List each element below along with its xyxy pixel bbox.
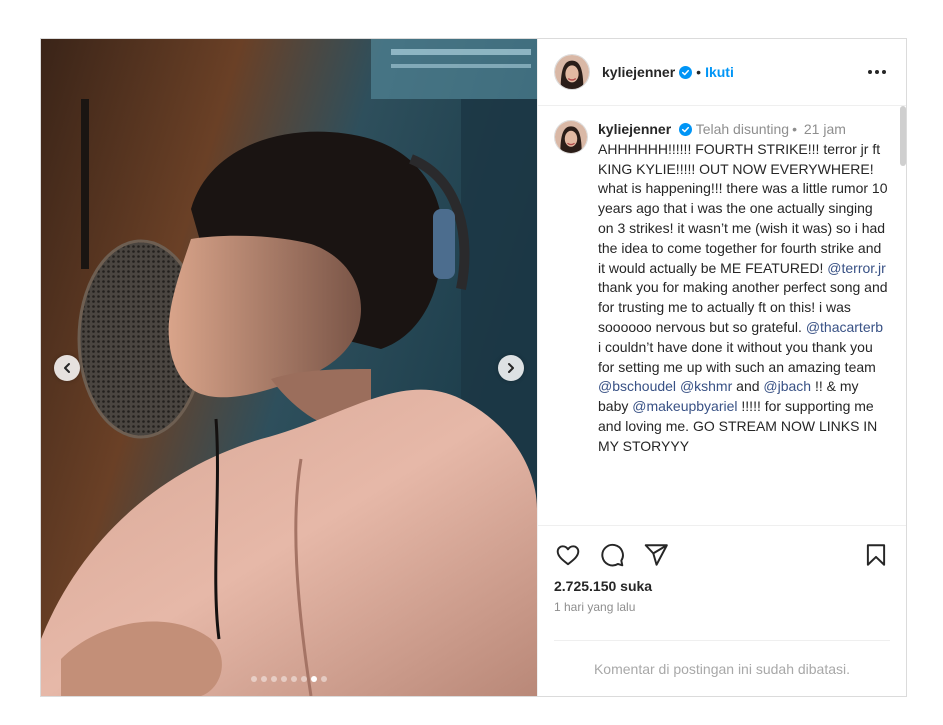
edited-label: Telah disunting xyxy=(695,121,790,137)
carousel-dot xyxy=(301,676,307,682)
post-media-carousel[interactable] xyxy=(41,39,537,696)
mention-link[interactable]: @kshmr xyxy=(680,378,732,394)
carousel-dot xyxy=(261,676,267,682)
action-icons xyxy=(554,540,890,570)
like-button[interactable] xyxy=(554,541,582,569)
caption-text: kyliejenner Telah disunting • 21 jam AHHH… xyxy=(598,120,888,457)
post-header: kyliejenner • Ikuti xyxy=(538,39,906,106)
carousel-dot xyxy=(291,676,297,682)
comments-scrollbar[interactable] xyxy=(900,106,906,166)
carousel-dot xyxy=(271,676,277,682)
carousel-dot xyxy=(251,676,257,682)
post-actions: 2.725.150 suka 1 hari yang lalu xyxy=(538,525,906,640)
like-count[interactable]: 2.725.150 suka xyxy=(554,578,890,594)
comment-icon xyxy=(601,543,624,567)
carousel-dot xyxy=(321,676,327,682)
caption-segment: i couldn’t have done it without you than… xyxy=(598,338,876,375)
carousel-next-button[interactable] xyxy=(498,355,524,381)
post-side-panel: kyliejenner • Ikuti kyliejenner Telah di… xyxy=(537,39,906,696)
save-button[interactable] xyxy=(862,541,890,569)
carousel-indicator xyxy=(41,676,537,682)
chevron-right-icon xyxy=(508,363,514,373)
post-photo xyxy=(41,39,537,696)
caption-username[interactable]: kyliejenner xyxy=(598,121,671,137)
caption-segment: and xyxy=(732,378,764,395)
follow-button[interactable]: Ikuti xyxy=(705,64,734,80)
caption-avatar[interactable] xyxy=(554,120,588,154)
carousel-dot xyxy=(311,676,317,682)
share-button[interactable] xyxy=(642,541,670,569)
avatar[interactable] xyxy=(554,54,590,90)
verified-badge-icon xyxy=(679,123,693,136)
mention-link[interactable]: @terror.jr xyxy=(827,260,886,276)
heart-icon xyxy=(556,545,580,566)
more-options-icon[interactable] xyxy=(864,64,890,80)
caption-time[interactable]: 21 jam xyxy=(804,121,846,137)
caption: kyliejenner Telah disunting • 21 jam AHHH… xyxy=(554,120,890,457)
header-separator: • xyxy=(696,64,702,80)
chevron-left-icon xyxy=(64,363,70,373)
mention-link[interactable]: @thacarterb xyxy=(806,319,883,335)
carousel-dot xyxy=(281,676,287,682)
caption-meta: Telah disunting • 21 jam xyxy=(696,121,846,137)
post-author-username[interactable]: kyliejenner xyxy=(602,64,675,80)
comment-button[interactable] xyxy=(598,541,626,569)
instagram-post: kyliejenner • Ikuti kyliejenner Telah di… xyxy=(40,38,907,697)
bookmark-icon xyxy=(866,544,886,566)
mention-link[interactable]: @bschoudel xyxy=(598,378,676,394)
post-timestamp[interactable]: 1 hari yang lalu xyxy=(554,600,890,614)
share-icon xyxy=(644,544,668,566)
verified-badge-icon xyxy=(679,65,693,79)
meta-separator: • xyxy=(792,121,797,137)
mention-link[interactable]: @makeupbyariel xyxy=(632,398,737,414)
caption-segment: AHHHHHH!!!!!! FOURTH STRIKE!!! terror jr… xyxy=(598,140,888,276)
mention-link[interactable]: @jbach xyxy=(763,378,811,394)
comments-section[interactable]: kyliejenner Telah disunting • 21 jam AHHH… xyxy=(538,106,906,525)
comments-limited-notice: Komentar di postingan ini sudah dibatasi… xyxy=(554,640,890,696)
carousel-prev-button[interactable] xyxy=(54,355,80,381)
